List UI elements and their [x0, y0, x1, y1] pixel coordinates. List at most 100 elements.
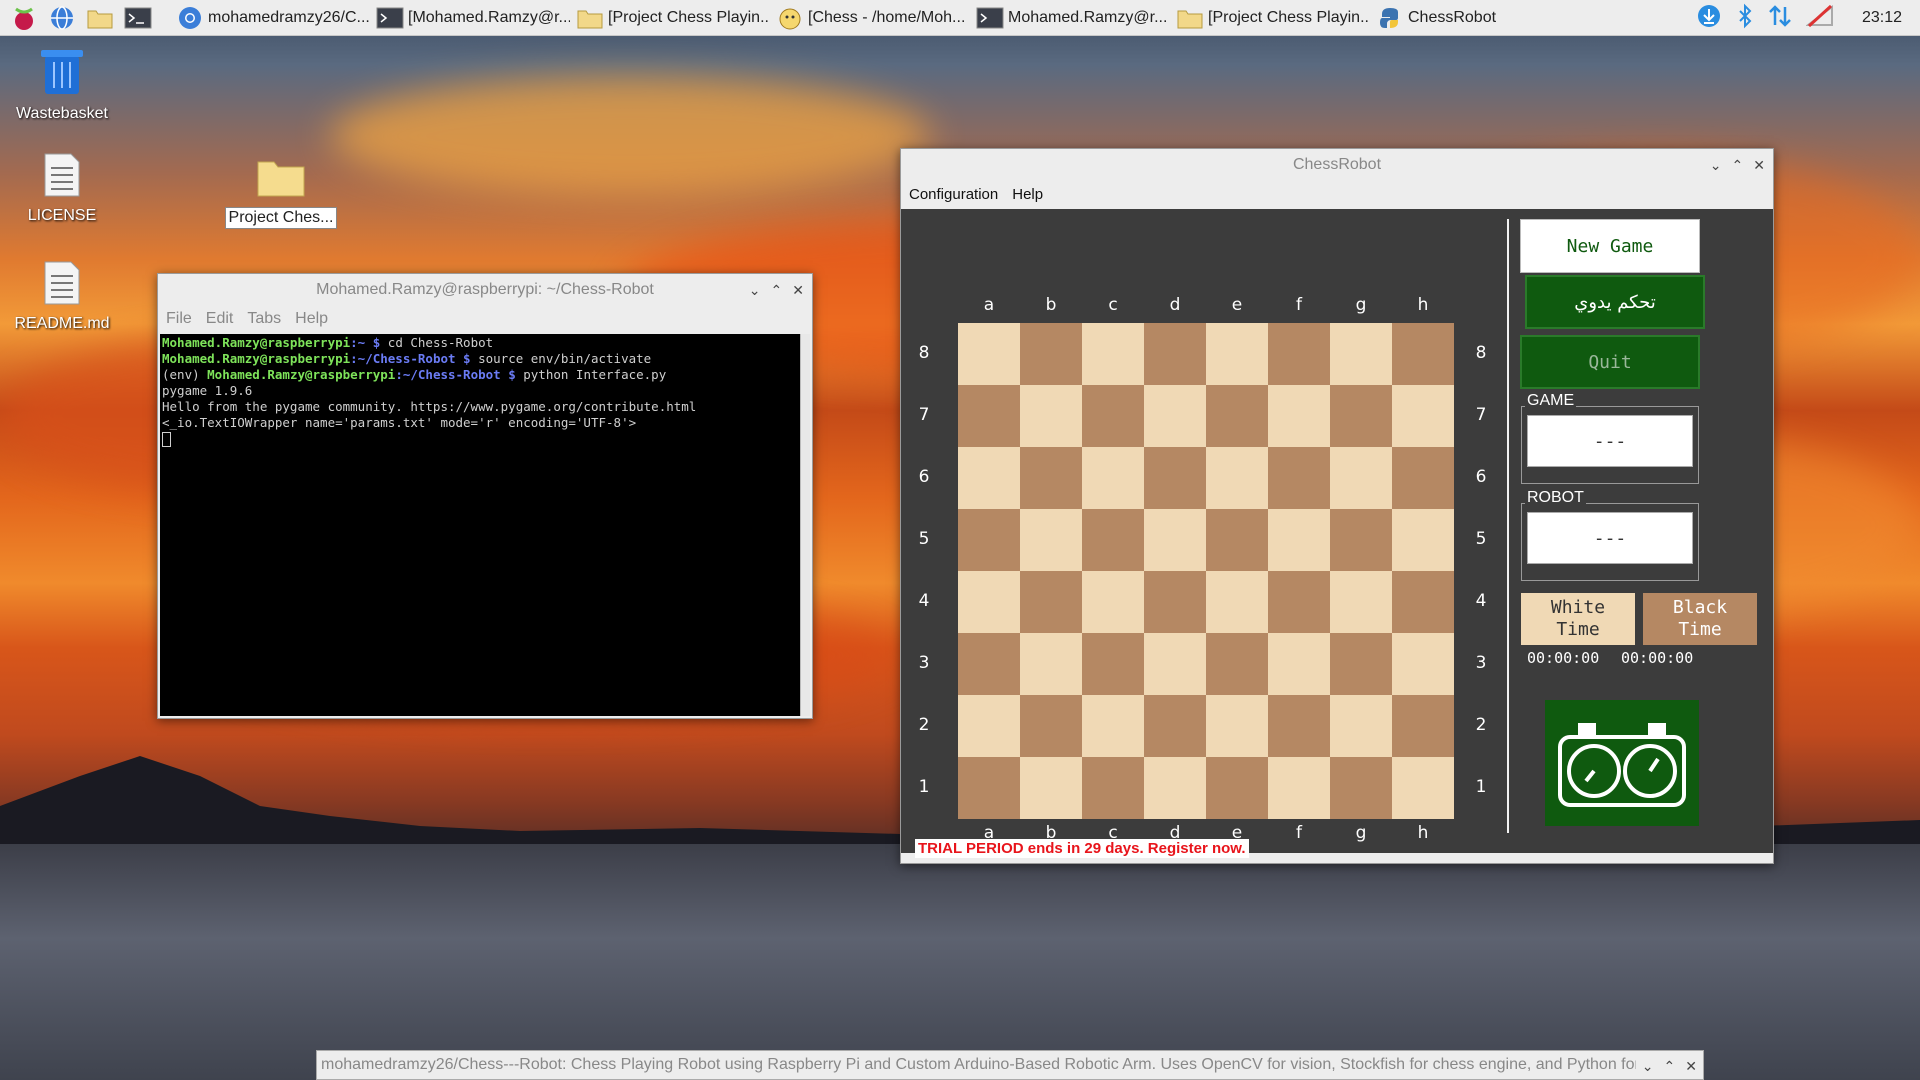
desktop-icon-wastebasket[interactable]: Wastebasket — [2, 46, 122, 123]
manual-control-button[interactable]: تحكم يدوي — [1525, 275, 1705, 329]
new-game-button[interactable]: New Game — [1520, 219, 1700, 273]
close-icon[interactable]: ✕ — [1685, 1058, 1697, 1075]
black-time-button[interactable]: Black Time — [1643, 593, 1757, 645]
square-g7[interactable] — [1330, 385, 1392, 447]
task-folder-2[interactable]: [Project Chess Playin... — [1170, 0, 1370, 36]
quit-button[interactable]: Quit — [1520, 335, 1700, 389]
bluetooth-icon[interactable] — [1736, 3, 1754, 34]
square-h1[interactable] — [1392, 757, 1454, 819]
square-c4[interactable] — [1082, 571, 1144, 633]
square-h3[interactable] — [1392, 633, 1454, 695]
square-e7[interactable] — [1206, 385, 1268, 447]
browser-window-titlebar[interactable]: mohamedramzy26/Chess---Robot: Chess Play… — [316, 1050, 1704, 1080]
square-h5[interactable] — [1392, 509, 1454, 571]
square-b7[interactable] — [1020, 385, 1082, 447]
square-d8[interactable] — [1144, 323, 1206, 385]
square-g3[interactable] — [1330, 633, 1392, 695]
square-a8[interactable] — [958, 323, 1020, 385]
square-e4[interactable] — [1206, 571, 1268, 633]
square-f2[interactable] — [1268, 695, 1330, 757]
square-b2[interactable] — [1020, 695, 1082, 757]
square-e2[interactable] — [1206, 695, 1268, 757]
square-h2[interactable] — [1392, 695, 1454, 757]
chess-clock-button[interactable] — [1545, 700, 1699, 826]
chessrobot-titlebar[interactable]: ChessRobot ⌄ ⌃ ✕ — [901, 149, 1773, 181]
close-icon[interactable]: ✕ — [1753, 157, 1765, 174]
maximize-icon[interactable]: ⌃ — [1732, 157, 1744, 174]
square-g4[interactable] — [1330, 571, 1392, 633]
square-c8[interactable] — [1082, 323, 1144, 385]
square-f6[interactable] — [1268, 447, 1330, 509]
square-h7[interactable] — [1392, 385, 1454, 447]
raspberry-menu-icon[interactable] — [10, 4, 38, 32]
square-d5[interactable] — [1144, 509, 1206, 571]
menu-help[interactable]: Help — [1012, 186, 1043, 203]
square-b3[interactable] — [1020, 633, 1082, 695]
web-browser-icon[interactable] — [48, 4, 76, 32]
square-g2[interactable] — [1330, 695, 1392, 757]
desktop-icon-readme[interactable]: README.md — [2, 260, 122, 333]
desktop-icon-license[interactable]: LICENSE — [2, 152, 122, 225]
menu-configuration[interactable]: Configuration — [909, 186, 998, 203]
download-icon[interactable] — [1696, 3, 1722, 34]
file-manager-icon[interactable] — [86, 4, 114, 32]
square-c6[interactable] — [1082, 447, 1144, 509]
square-a7[interactable] — [958, 385, 1020, 447]
square-h4[interactable] — [1392, 571, 1454, 633]
task-browser[interactable]: mohamedramzy26/C... — [170, 0, 370, 36]
square-e8[interactable] — [1206, 323, 1268, 385]
square-b4[interactable] — [1020, 571, 1082, 633]
clock[interactable]: 23:12 — [1862, 9, 1902, 27]
square-a1[interactable] — [958, 757, 1020, 819]
square-c3[interactable] — [1082, 633, 1144, 695]
menu-edit[interactable]: Edit — [206, 310, 234, 328]
square-g8[interactable] — [1330, 323, 1392, 385]
terminal-scrollbar[interactable] — [800, 334, 810, 716]
square-b5[interactable] — [1020, 509, 1082, 571]
menu-tabs[interactable]: Tabs — [247, 310, 281, 328]
volume-muted-icon[interactable] — [1804, 3, 1834, 34]
square-h6[interactable] — [1392, 447, 1454, 509]
square-e6[interactable] — [1206, 447, 1268, 509]
square-d4[interactable] — [1144, 571, 1206, 633]
network-icon[interactable] — [1768, 3, 1792, 34]
square-b6[interactable] — [1020, 447, 1082, 509]
square-a3[interactable] — [958, 633, 1020, 695]
square-f5[interactable] — [1268, 509, 1330, 571]
square-h8[interactable] — [1392, 323, 1454, 385]
close-icon[interactable]: ✕ — [792, 282, 804, 299]
terminal-titlebar[interactable]: Mohamed.Ramzy@raspberrypi: ~/Chess-Robot… — [158, 274, 812, 306]
terminal-launcher-icon[interactable] — [124, 4, 152, 32]
maximize-icon[interactable]: ⌃ — [1664, 1058, 1676, 1075]
square-g6[interactable] — [1330, 447, 1392, 509]
task-terminal-2[interactable]: Mohamed.Ramzy@r... — [970, 0, 1170, 36]
minimize-icon[interactable]: ⌄ — [1642, 1058, 1654, 1075]
square-d2[interactable] — [1144, 695, 1206, 757]
square-c7[interactable] — [1082, 385, 1144, 447]
menu-help[interactable]: Help — [295, 310, 328, 328]
square-g1[interactable] — [1330, 757, 1392, 819]
desktop-icon-project-folder[interactable]: Project Ches... — [221, 156, 341, 229]
chessboard[interactable] — [958, 323, 1454, 819]
square-b1[interactable] — [1020, 757, 1082, 819]
square-e3[interactable] — [1206, 633, 1268, 695]
square-d3[interactable] — [1144, 633, 1206, 695]
square-d1[interactable] — [1144, 757, 1206, 819]
white-time-button[interactable]: White Time — [1521, 593, 1635, 645]
square-a4[interactable] — [958, 571, 1020, 633]
square-a2[interactable] — [958, 695, 1020, 757]
menu-file[interactable]: File — [166, 310, 192, 328]
task-geany[interactable]: [Chess - /home/Moh... — [770, 0, 970, 36]
minimize-icon[interactable]: ⌄ — [1710, 157, 1722, 174]
square-c2[interactable] — [1082, 695, 1144, 757]
task-terminal-1[interactable]: [Mohamed.Ramzy@r... — [370, 0, 570, 36]
square-c5[interactable] — [1082, 509, 1144, 571]
square-f8[interactable] — [1268, 323, 1330, 385]
maximize-icon[interactable]: ⌃ — [771, 282, 783, 299]
square-d6[interactable] — [1144, 447, 1206, 509]
square-a5[interactable] — [958, 509, 1020, 571]
square-e1[interactable] — [1206, 757, 1268, 819]
terminal-output[interactable]: Mohamed.Ramzy@raspberrypi:~ $ cd Chess-R… — [160, 334, 808, 716]
square-e5[interactable] — [1206, 509, 1268, 571]
square-d7[interactable] — [1144, 385, 1206, 447]
